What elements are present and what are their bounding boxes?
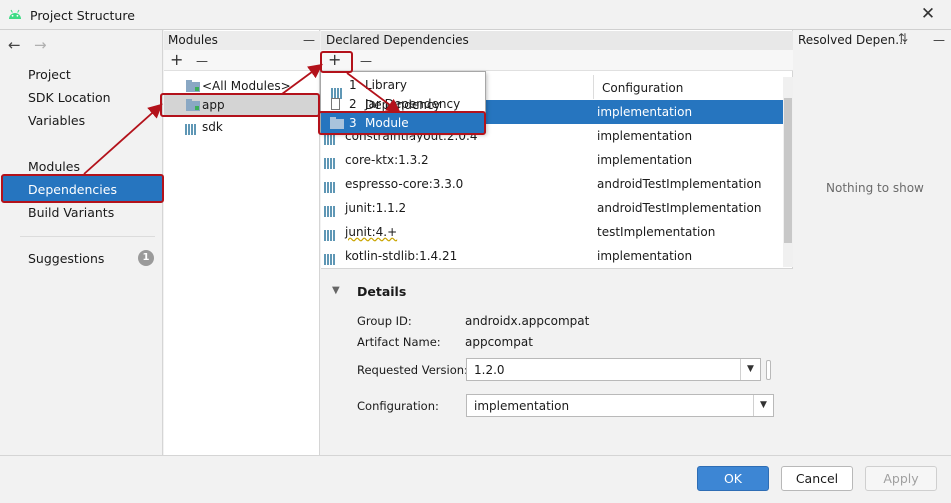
annotation-arrows (83, 63, 401, 175)
